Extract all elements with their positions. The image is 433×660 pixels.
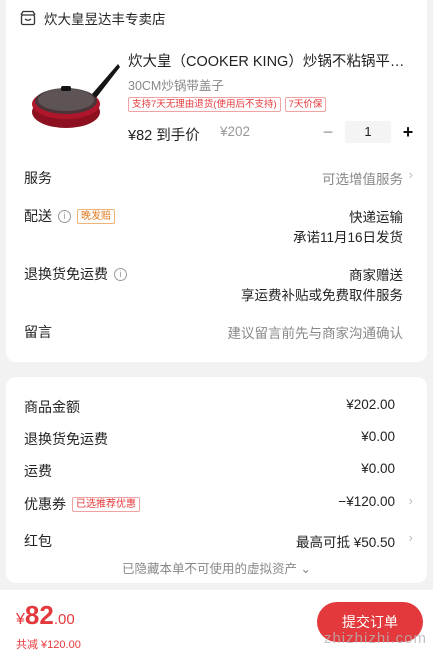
message-input[interactable]: 建议留言前先与商家沟通确认 bbox=[228, 322, 404, 342]
message-label: 留言 bbox=[24, 324, 52, 340]
return-shipping-detail: 享运费补贴或免费取件服务 bbox=[241, 288, 403, 303]
late-compensation-badge: 晚发赔 bbox=[77, 208, 115, 224]
watermark: zhizhizhi.com bbox=[323, 630, 427, 647]
info-icon[interactable]: i bbox=[58, 209, 71, 223]
decrease-button[interactable]: − bbox=[317, 121, 339, 143]
goods-amount-label: 商品金额 bbox=[24, 399, 80, 415]
total-price: ¥82.00 bbox=[16, 600, 75, 630]
store-header[interactable]: 炊大皇昱达丰专卖店 bbox=[20, 8, 166, 28]
shipping-value: ¥0.00 bbox=[361, 461, 395, 476]
coupon-label: 优惠券 已选推荐优惠 bbox=[24, 494, 140, 514]
shipping-label: 运费 bbox=[24, 463, 52, 479]
product-image[interactable] bbox=[28, 60, 120, 136]
total-savings: 共减 ¥120.00 bbox=[16, 639, 81, 651]
chevron-right-icon[interactable]: › bbox=[409, 493, 413, 508]
price-protect-tag: 7天价保 bbox=[284, 97, 327, 112]
return-shipping-value: 商家赠送 bbox=[349, 268, 403, 283]
coupon-value[interactable]: −¥120.00 bbox=[338, 494, 395, 509]
store-name: 炊大皇昱达丰专卖店 bbox=[44, 12, 166, 27]
delivery-label: 配送 i 晚发赔 bbox=[24, 206, 115, 226]
quantity-stepper: − 1 + bbox=[317, 121, 419, 143]
return-policy-tag: 支持7天无理由退货(使用后不支持) bbox=[128, 97, 281, 112]
return-fee-value: ¥0.00 bbox=[361, 429, 395, 444]
chevron-right-icon[interactable]: › bbox=[409, 530, 413, 545]
checkout-bar: ¥82.00 共减 ¥120.00 提交订单 bbox=[0, 590, 433, 660]
product-tags: 支持7天无理由退货(使用后不支持) 7天价保 bbox=[128, 97, 327, 112]
goods-amount-value: ¥202.00 bbox=[346, 397, 395, 412]
quantity-input[interactable]: 1 bbox=[345, 121, 391, 143]
return-fee-label: 退换货免运费 bbox=[24, 431, 108, 447]
hidden-assets-toggle[interactable]: 已隐藏本单不可使用的虚拟资产 ⌄ bbox=[6, 558, 427, 577]
delivery-method: 快递运输 bbox=[349, 210, 403, 225]
price-summary-card: 商品金额 ¥202.00 退换货免运费 ¥0.00 运费 ¥0.00 优惠券 已… bbox=[6, 377, 427, 583]
coupon-badge: 已选推荐优惠 bbox=[72, 496, 140, 512]
info-icon[interactable]: i bbox=[114, 267, 127, 281]
red-packet-label: 红包 bbox=[24, 533, 52, 549]
original-price: ¥202 bbox=[220, 124, 251, 139]
product-title[interactable]: 炊大皇（COOKER KING）炒锅不粘锅平底锅 bbox=[128, 50, 414, 71]
store-icon bbox=[20, 10, 36, 26]
chevron-right-icon[interactable]: › bbox=[409, 167, 413, 182]
red-packet-value[interactable]: 最高可抵 ¥50.50 bbox=[296, 531, 395, 551]
product-spec: 30CM炒锅带盖子 bbox=[128, 79, 224, 93]
service-value[interactable]: 可选增值服务 bbox=[322, 168, 403, 188]
increase-button[interactable]: + bbox=[397, 121, 419, 143]
service-label: 服务 bbox=[24, 170, 52, 186]
final-price: ¥82 到手价 bbox=[128, 128, 200, 144]
delivery-promise: 承诺11月16日发货 bbox=[292, 230, 403, 245]
return-shipping-label: 退换货免运费 i bbox=[24, 264, 127, 284]
order-card: 炊大皇昱达丰专卖店 炊大皇（COOKER KING）炒锅不粘锅平底锅 30CM炒… bbox=[6, 0, 427, 362]
